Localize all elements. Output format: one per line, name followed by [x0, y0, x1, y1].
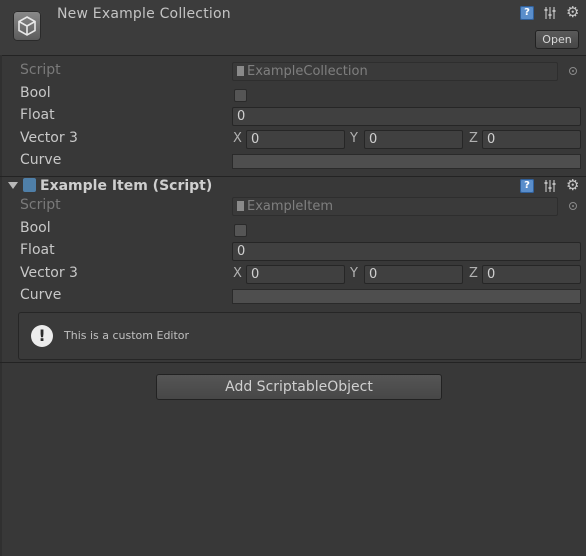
- item-vector3-x-field[interactable]: 0: [246, 265, 345, 284]
- section-divider: [0, 362, 586, 363]
- item-bool-checkbox[interactable]: [234, 224, 247, 237]
- gear-icon[interactable]: ⚙: [566, 5, 582, 21]
- script-field: ExampleCollection: [232, 62, 558, 81]
- item-vector3-y-field[interactable]: 0: [364, 265, 463, 284]
- unity-asset-icon: [13, 11, 41, 41]
- script-file-icon: [237, 66, 244, 76]
- vector3-z-field[interactable]: 0: [482, 130, 581, 149]
- component-help-icon[interactable]: ?: [520, 179, 534, 193]
- item-float-label: Float: [20, 242, 55, 258]
- item-float-field[interactable]: 0: [232, 242, 581, 261]
- component-gear-icon[interactable]: ⚙: [566, 178, 582, 194]
- help-icon[interactable]: ?: [520, 6, 534, 20]
- item-vector3-z-field[interactable]: 0: [482, 265, 581, 284]
- preset-icon[interactable]: [543, 6, 557, 20]
- asset-title: New Example Collection: [57, 6, 231, 22]
- vector3-z-label: Z: [469, 131, 478, 146]
- item-vector3-label: Vector 3: [20, 265, 78, 281]
- script-label: Script: [20, 62, 61, 78]
- help-box-message: This is a custom Editor: [64, 329, 190, 342]
- vector3-x-label: X: [233, 131, 242, 146]
- item-vector3-x-label: X: [233, 266, 242, 281]
- item-vector3-z-label: Z: [469, 266, 478, 281]
- script-field-value: ExampleCollection: [247, 64, 368, 79]
- left-edge: [0, 55, 2, 556]
- vector3-x-field[interactable]: 0: [246, 130, 345, 149]
- curve-field[interactable]: [232, 154, 581, 169]
- vector3-y-label: Y: [350, 131, 358, 146]
- item-script-field-value: ExampleItem: [247, 199, 333, 214]
- component-preset-icon[interactable]: [543, 179, 557, 193]
- component-title: Example Item (Script): [40, 178, 213, 194]
- item-bool-label: Bool: [20, 220, 51, 236]
- item-script-label: Script: [20, 197, 61, 213]
- curve-label: Curve: [20, 152, 62, 168]
- float-label: Float: [20, 107, 55, 123]
- item-vector3-y-label: Y: [350, 266, 358, 281]
- bool-checkbox[interactable]: [234, 89, 247, 102]
- item-script-file-icon: [237, 201, 244, 211]
- bool-label: Bool: [20, 85, 51, 101]
- info-icon: !: [31, 325, 53, 347]
- item-object-picker-icon: [569, 202, 577, 210]
- foldout-arrow-icon[interactable]: [8, 182, 18, 189]
- open-button[interactable]: Open: [535, 30, 579, 49]
- float-field[interactable]: 0: [232, 107, 581, 126]
- vector3-label: Vector 3: [20, 130, 78, 146]
- item-curve-label: Curve: [20, 287, 62, 303]
- add-scriptableobject-button[interactable]: Add ScriptableObject: [156, 374, 442, 400]
- item-curve-field[interactable]: [232, 289, 581, 304]
- item-script-field: ExampleItem: [232, 197, 558, 216]
- vector3-y-field[interactable]: 0: [364, 130, 463, 149]
- script-component-icon: [23, 178, 36, 192]
- object-picker-icon: [569, 67, 577, 75]
